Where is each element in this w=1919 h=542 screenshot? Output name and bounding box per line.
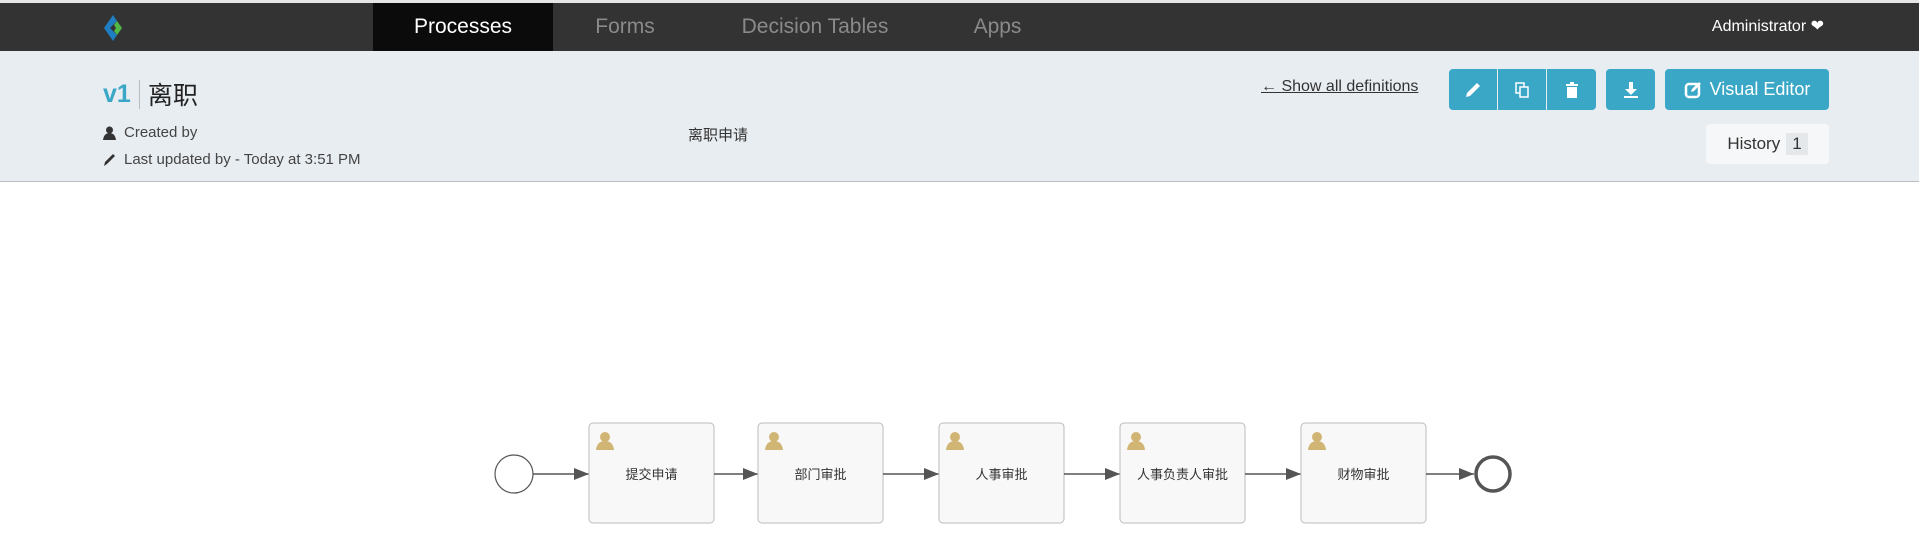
created-by: Created by xyxy=(103,124,197,141)
copy-button[interactable] xyxy=(1498,69,1547,110)
user-task[interactable]: 提交申请 xyxy=(588,422,715,524)
history-count: 1 xyxy=(1786,133,1808,155)
edit-square-icon xyxy=(1684,81,1701,98)
last-updated-text: Last updated by - Today at 3:51 PM xyxy=(124,151,361,168)
visual-editor-button[interactable]: Visual Editor xyxy=(1665,69,1829,110)
trash-icon xyxy=(1565,81,1578,98)
user-name: Administrator xyxy=(1711,18,1807,35)
created-by-text: Created by xyxy=(124,124,198,141)
show-all-definitions-link[interactable]: ← Show all definitions xyxy=(1261,78,1418,96)
tab-decision-tables[interactable]: Decision Tables xyxy=(720,3,910,51)
start-event[interactable] xyxy=(494,454,534,494)
tab-processes[interactable]: Processes xyxy=(373,3,553,59)
process-description: 离职申请 xyxy=(688,127,749,144)
history-button[interactable]: History 1 xyxy=(1706,124,1829,164)
task-label: 人事审批 xyxy=(975,468,1027,483)
copy-icon xyxy=(1515,81,1529,98)
edit-button[interactable] xyxy=(1449,69,1498,110)
last-updated: Last updated by - Today at 3:51 PM xyxy=(103,151,361,168)
user-task[interactable]: 财物审批 xyxy=(1300,422,1427,524)
navbar: Processes Forms Decision Tables Apps Adm… xyxy=(0,3,1919,59)
tab-apps[interactable]: Apps xyxy=(930,3,1065,51)
task-label: 人事负责人审批 xyxy=(1137,468,1228,483)
user-task[interactable]: 部门审批 xyxy=(757,422,884,524)
task-label: 财物审批 xyxy=(1337,468,1389,483)
visual-editor-label: Visual Editor xyxy=(1709,79,1811,99)
process-diagram: 提交申请 部门审批 人事审批 人事负责人审批 财物审批 xyxy=(494,422,1512,524)
version-label: v1 xyxy=(103,79,140,109)
end-event[interactable] xyxy=(1474,455,1512,493)
delete-button[interactable] xyxy=(1547,69,1596,110)
pencil-icon xyxy=(1466,82,1480,97)
download-button[interactable] xyxy=(1606,69,1655,110)
history-label: History xyxy=(1727,134,1781,153)
page-title: v1 离职 xyxy=(103,76,198,112)
user-icon xyxy=(103,126,116,140)
process-name: 离职 xyxy=(147,82,198,110)
user-menu[interactable]: Administrator ❤ xyxy=(1712,3,1824,51)
download-icon xyxy=(1623,81,1638,98)
download-button-group xyxy=(1606,69,1655,110)
action-button-group xyxy=(1449,69,1596,110)
show-all-label: Show all definitions xyxy=(1281,78,1419,95)
user-task[interactable]: 人事审批 xyxy=(938,422,1065,524)
pencil-icon xyxy=(104,153,115,166)
user-task[interactable]: 人事负责人审批 xyxy=(1119,422,1246,524)
tab-forms[interactable]: Forms xyxy=(553,3,697,51)
task-label: 部门审批 xyxy=(794,468,846,483)
definition-header: v1 离职 Created by Last updated by - Today… xyxy=(0,51,1919,182)
chevron-down-icon: ❤ xyxy=(1810,18,1824,35)
app-logo-icon[interactable] xyxy=(98,13,128,43)
task-label: 提交申请 xyxy=(625,467,677,483)
